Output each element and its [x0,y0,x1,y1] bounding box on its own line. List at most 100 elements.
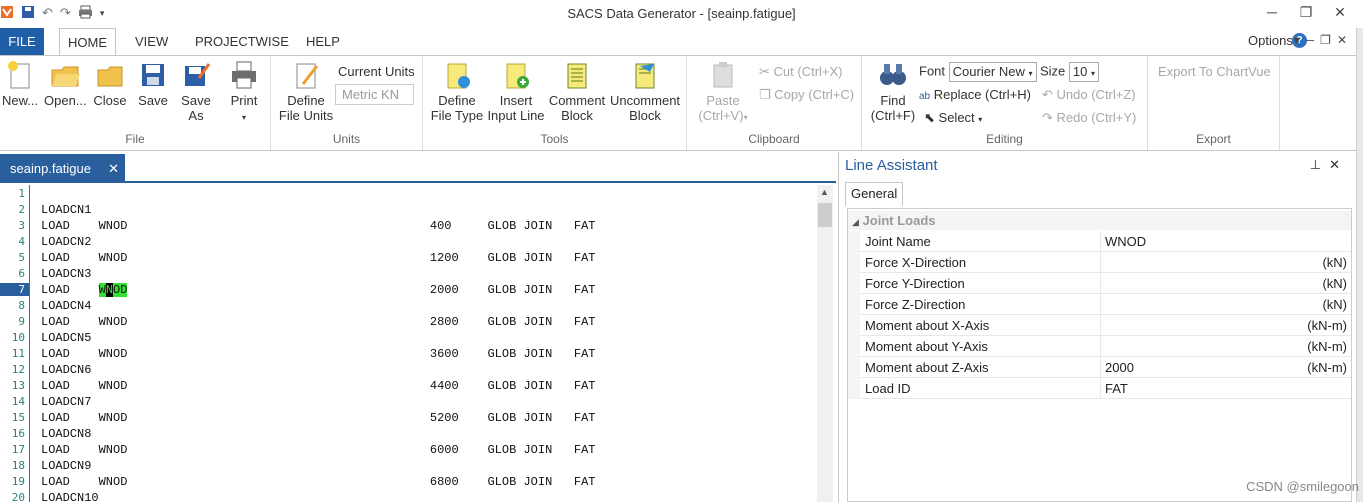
font-select[interactable]: Courier New ▾ [948,62,1037,82]
scrollbar-thumb[interactable] [818,203,832,227]
property-value-cell[interactable]: WNOD [1100,231,1351,252]
paste-label-2: (Ctrl+V) [698,108,744,123]
document-tab[interactable]: seainp.fatigue ✕ [0,154,125,183]
code-line[interactable]: LOADCN10 [41,490,99,502]
define-units-label-1: Define [287,93,325,108]
property-value-cell[interactable]: (kN) [1100,252,1351,273]
tab-general[interactable]: General [845,182,904,206]
editor-scrollbar[interactable]: ▲ [817,185,833,502]
mdi-dropdown-icon[interactable]: ▾ [1294,33,1306,47]
code-line[interactable]: LOAD WNOD 400 GLOB JOIN FAT [41,218,596,234]
row-margin [848,315,860,336]
code-line[interactable]: LOADCN4 [41,298,91,314]
select-button[interactable]: ⬉ Select ▾ [924,110,982,126]
code-line[interactable]: LOADCN5 [41,330,91,346]
restore-icon[interactable]: ❐ [1289,4,1323,21]
property-value-cell[interactable]: (kN-m) [1100,315,1351,336]
property-row[interactable]: Force Z-Direction (kN) [848,294,1351,315]
define-file-units-button[interactable]: Define File Units [277,60,335,123]
code-line[interactable]: LOADCN2 [41,234,91,250]
define-file-type-icon [447,63,470,89]
code-line[interactable]: LOADCN6 [41,362,91,378]
property-row[interactable]: Moment about X-Axis (kN-m) [848,315,1351,336]
scroll-up-icon[interactable]: ▲ [820,187,829,197]
code-text: 2000 GLOB JOIN FAT [127,283,596,297]
mdi-close-icon[interactable]: ✕ [1337,33,1353,47]
tab-home[interactable]: HOME [59,28,116,56]
cut-button[interactable]: ✂ Cut (Ctrl+X) [759,64,843,80]
mdi-restore-icon[interactable]: ❐ [1320,33,1337,47]
collapse-icon[interactable]: ◢ [852,217,859,227]
property-name: Moment about X-Axis [865,318,990,333]
property-row[interactable]: Moment about Z-Axis 2000 (kN-m) [848,357,1351,378]
code-line[interactable]: LOAD WNOD 6800 GLOB JOIN FAT [41,474,596,490]
size-select[interactable]: 10 ▾ [1068,62,1100,82]
code-line[interactable]: LOADCN9 [41,458,91,474]
redo-icon: ↷ [1042,110,1053,125]
minimize-icon[interactable]: ─ [1255,4,1289,21]
tools-group: Define File Type Insert Input Line Comme… [423,56,687,150]
property-row[interactable]: Force Y-Direction (kN) [848,273,1351,294]
property-unit: (kN) [1322,297,1347,312]
print-button[interactable]: Print ▾ [226,60,262,125]
export-chartvue-button[interactable]: Export To ChartVue [1158,64,1271,79]
property-value-cell[interactable]: (kN) [1100,294,1351,315]
ribbon: New... Open... Close Save Save As Print … [0,55,1356,151]
code-line[interactable]: LOAD WNOD 1200 GLOB JOIN FAT [41,250,596,266]
comment-block-button[interactable]: Comment Block [548,60,606,123]
text-caret: N [105,283,114,297]
save-button[interactable]: Save [135,60,171,108]
property-row[interactable]: Moment about Y-Axis (kN-m) [848,336,1351,357]
code-line[interactable]: LOAD WNOD 2000 GLOB JOIN FAT [41,282,596,298]
code-line[interactable]: LOAD WNOD 3600 GLOB JOIN FAT [41,346,596,362]
comment-block-icon [567,63,587,89]
insert-input-line-button[interactable]: Insert Input Line [485,60,547,123]
close-tab-icon[interactable]: ✕ [108,154,119,183]
redo-button[interactable]: ↷ Redo (Ctrl+Y) [1042,110,1136,126]
tab-view[interactable]: VIEW [135,28,168,55]
pin-icon[interactable]: ⊥ [1310,157,1329,172]
uncomment-block-button[interactable]: Uncomment Block [609,60,681,123]
code-line[interactable]: LOADCN7 [41,394,91,410]
code-line[interactable]: LOAD WNOD 6000 GLOB JOIN FAT [41,442,596,458]
code-line[interactable]: LOAD WNOD 2800 GLOB JOIN FAT [41,314,596,330]
code-line[interactable]: LOAD WNOD 5200 GLOB JOIN FAT [41,410,596,426]
replace-button[interactable]: ab Replace (Ctrl+H) [919,87,1031,102]
code-editor[interactable]: 1 2 3 4 5 6 7 8 9 10 11 12 13 14 15 16 17 18 19 20 LOADCN1 L… [0,185,817,502]
define-file-type-button[interactable]: Define File Type [429,60,485,123]
paste-button[interactable]: Paste (Ctrl+V)▾ [693,60,753,125]
tab-help[interactable]: HELP [306,28,340,55]
category-joint-loads[interactable]: ◢ Joint Loads [848,211,1351,230]
file-tab[interactable]: FILE [0,28,44,55]
code-line[interactable]: LOAD WNOD 4400 GLOB JOIN FAT [41,378,596,394]
paste-label-1: Paste [706,93,740,108]
property-name: Force Z-Direction [865,297,966,312]
property-value-cell[interactable]: (kN-m) [1100,336,1351,357]
find-button[interactable]: Find (Ctrl+F) [868,60,918,123]
open-button[interactable]: Open... [44,60,87,108]
panel-close-icon[interactable]: ✕ [1329,157,1348,172]
property-row[interactable]: Load ID FAT [848,378,1351,399]
close-button[interactable]: Close [92,60,128,108]
copy-button[interactable]: ❐ Copy (Ctrl+C) [759,87,854,103]
property-name: Moment about Y-Axis [865,339,988,354]
property-value-cell[interactable]: FAT [1100,378,1351,399]
print-dropdown-icon[interactable]: ▾ [242,113,246,122]
line-number: 16 [11,427,25,440]
code-line[interactable]: LOADCN8 [41,426,91,442]
mdi-minimize-icon[interactable]: ─ [1306,33,1321,47]
property-row[interactable]: Force X-Direction (kN) [848,252,1351,273]
define-units-label-2: File Units [278,108,334,123]
property-value-cell[interactable]: 2000 (kN-m) [1100,357,1351,378]
close-icon[interactable]: ✕ [1323,4,1357,21]
tools-group-label: Tools [540,132,569,146]
tab-projectwise[interactable]: PROJECTWISE [195,28,289,55]
new-button[interactable]: New... [2,60,38,108]
undo-button[interactable]: ↶ Undo (Ctrl+Z) [1042,87,1136,103]
uncomment-label-2: Block [629,108,661,123]
property-value-cell[interactable]: (kN) [1100,273,1351,294]
code-line[interactable]: LOADCN3 [41,266,91,282]
property-row[interactable]: Joint Name WNOD [848,231,1351,252]
code-line[interactable]: LOADCN1 [41,202,91,218]
save-as-button[interactable]: Save As [178,60,214,123]
